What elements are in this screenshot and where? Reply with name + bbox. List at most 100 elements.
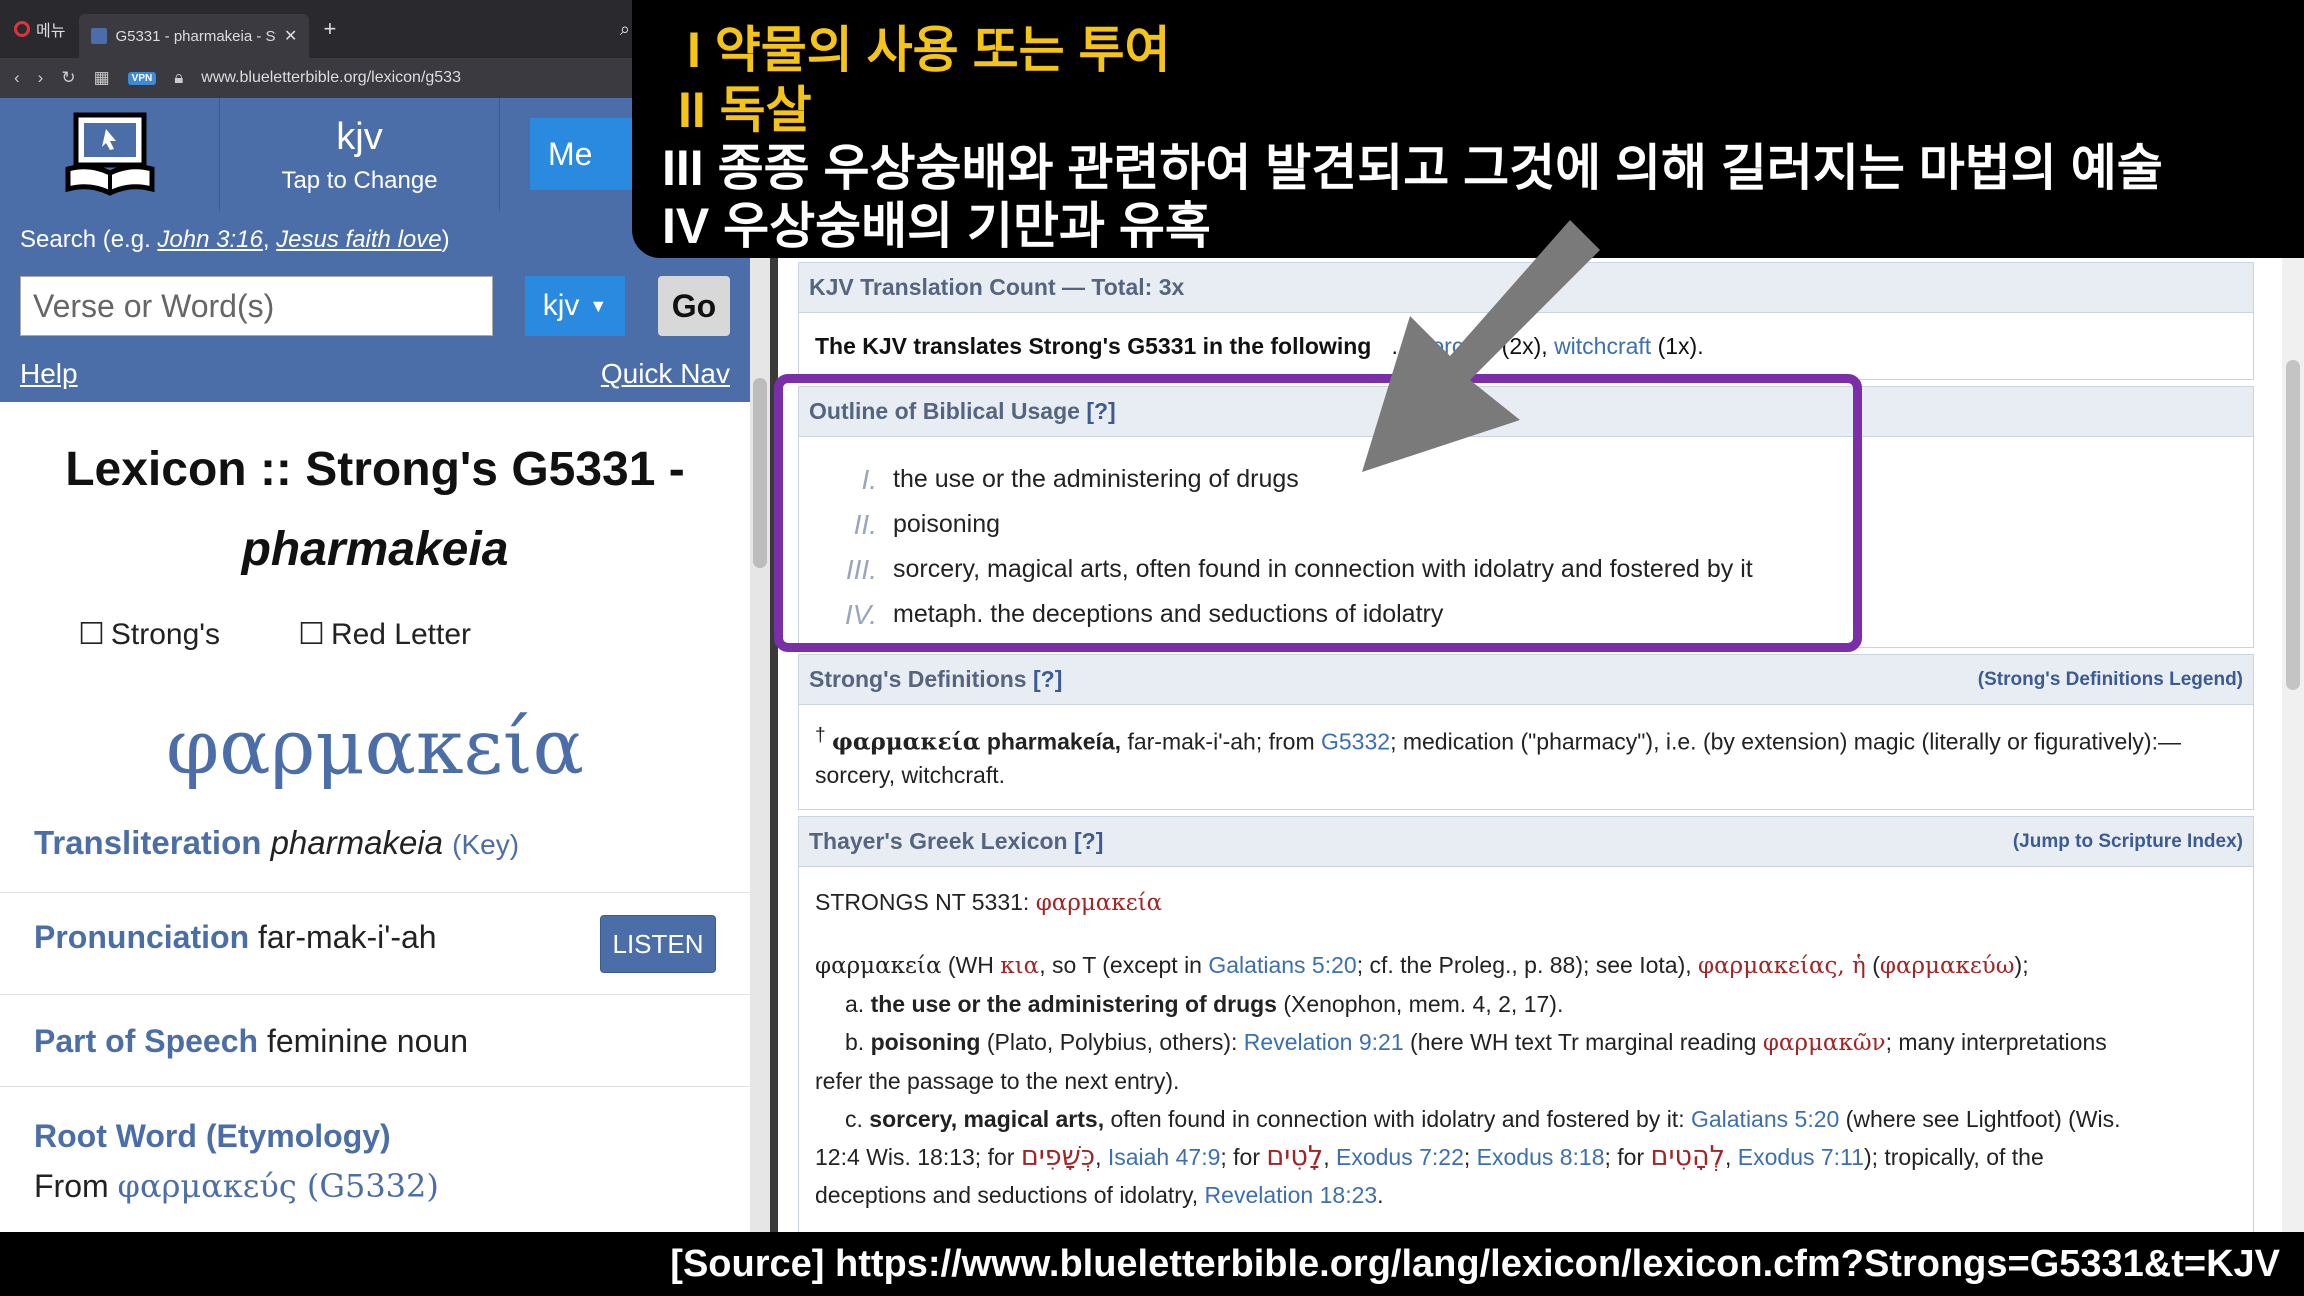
pos-value: feminine noun <box>266 1023 468 1059</box>
transliteration: Transliteration pharmakeia (Key) <box>34 824 519 862</box>
verse-link[interactable]: Revelation 18:23 <box>1205 1182 1378 1208</box>
browser-menu[interactable]: 메뉴 <box>0 17 79 41</box>
verse-link[interactable]: Isaiah 47:9 <box>1108 1144 1221 1170</box>
thayer-body: STRONGS NT 5331: φαρμακεία φαρμακεία (WH… <box>799 867 2253 1230</box>
tab-title: G5331 - pharmakeia - Str <box>115 27 277 45</box>
verse-link[interactable]: Exodus 8:18 <box>1477 1144 1605 1170</box>
part-of-speech: Part of Speech feminine noun <box>34 1023 468 1060</box>
display-options: Strong's Red Letter <box>78 617 471 652</box>
back-icon[interactable]: ‹ <box>14 68 20 88</box>
thayer-text: ); tropically, of the <box>1863 1144 2044 1170</box>
dagger-mark: † <box>815 725 826 746</box>
thayer-title: Thayer's Greek Lexicon <box>809 828 1068 854</box>
verse-link[interactable]: Revelation 9:21 <box>1244 1029 1404 1055</box>
thayer-text: ); <box>2014 952 2029 978</box>
pronunciation-label: Pronunciation <box>34 919 250 955</box>
transliteration-value: pharmakeia <box>270 824 443 861</box>
grid-icon[interactable]: ▦ <box>94 68 110 88</box>
pronunciation: Pronunciation far-mak-i'-ah <box>34 919 437 956</box>
help-link[interactable]: Help <box>20 358 78 390</box>
verse-link[interactable]: Exodus 7:22 <box>1336 1144 1464 1170</box>
sense-label: a. <box>845 991 871 1017</box>
greek-headword: φαρμακεία <box>166 702 584 791</box>
verse-link[interactable]: Galatians 5:20 <box>1691 1106 1839 1132</box>
thayer-text: 12:4 Wis. 18:13; for <box>815 1144 1021 1170</box>
strongs-def-help-link[interactable]: [?] <box>1033 666 1062 692</box>
red-letter-checkbox[interactable]: Red Letter <box>298 617 471 652</box>
example-link-jesus[interactable]: Jesus faith love <box>276 226 441 253</box>
thayer-sense-c: c. sorcery, magical arts, often found in… <box>815 1100 2237 1138</box>
strongs-definitions-section: Strong's Definitions [?] (Strong's Defin… <box>798 654 2254 810</box>
search-hint-prefix: Search (e.g. <box>20 226 158 253</box>
strongs-def-greek: φαρμακεία <box>832 728 981 756</box>
search-input[interactable]: Verse or Word(s) <box>20 276 493 336</box>
thayer-text: (WH <box>941 952 1001 978</box>
caret-down-icon: ▼ <box>589 295 608 316</box>
browser-menu-label: 메뉴 <box>36 23 66 40</box>
overlay-line-4: IV 우상숭배의 기만과 유혹 <box>662 198 1211 254</box>
left-scrollbar-thumb[interactable] <box>753 378 767 568</box>
version-select-value: kjv <box>542 289 580 322</box>
witchcraft-count: (1x). <box>1651 333 1704 359</box>
g5332-link[interactable]: G5332 <box>1321 729 1390 755</box>
sense-bold: the use or the administering of drugs <box>870 991 1277 1017</box>
kjv-count-lead: The KJV translates Strong's G5331 in the… <box>815 333 1372 359</box>
pronunciation-value: far-mak-i'-ah <box>258 919 437 955</box>
thayer-text: deceptions and seductions of idolatry, <box>815 1182 1205 1208</box>
sense-bold: sorcery, magical arts, <box>869 1106 1105 1132</box>
new-tab-button[interactable]: + <box>309 16 350 42</box>
thayer-headword: φαρμακεία <box>815 953 942 979</box>
thayer-text: (Plato, Polybius, others): <box>980 1029 1244 1055</box>
search-hint: Search (e.g. John 3:16, Jesus faith love… <box>20 226 450 254</box>
thayer-greek: κια <box>1000 953 1040 979</box>
lock-icon: 🔒︎ <box>174 68 184 87</box>
pronunciation-row: Pronunciation far-mak-i'-ah LISTEN <box>0 892 750 994</box>
kjv-count-title: KJV Translation Count — Total: 3x <box>809 274 1185 300</box>
search-hint-sep: , <box>262 226 277 253</box>
version-label: kjv <box>336 115 383 158</box>
search-hint-suffix: ) <box>441 226 450 253</box>
bible-logo-icon <box>65 112 154 196</box>
thayer-sense-b-cont: refer the passage to the next entry). <box>815 1068 1180 1094</box>
scripture-index-link[interactable]: (Jump to Scripture Index) <box>2013 831 2243 853</box>
quick-nav-link[interactable]: Quick Nav <box>601 358 730 390</box>
thayer-text: (where see Lightfoot) (Wis. <box>1839 1106 2121 1132</box>
strongs-legend-link[interactable]: (Strong's Definitions Legend) <box>1978 669 2243 691</box>
hebrew-word: לָטִים <box>1266 1141 1324 1172</box>
part-of-speech-row: Part of Speech feminine noun <box>0 994 750 1086</box>
verse-link[interactable]: Galatians 5:20 <box>1208 952 1356 978</box>
thayer-text: . <box>1377 1182 1384 1208</box>
reload-icon[interactable]: ↻ <box>61 68 75 88</box>
thayer-sense-c-cont: 12:4 Wis. 18:13; for כְּשָׁפִים, Isaiah … <box>815 1141 2044 1172</box>
thayer-sense-a: a. the use or the administering of drugs… <box>815 985 2237 1023</box>
opera-logo-icon <box>14 21 30 37</box>
verse-link[interactable]: Exodus 7:11 <box>1738 1144 1864 1170</box>
vpn-badge[interactable]: VPN <box>127 71 157 85</box>
thayer-text: (Xenophon, mem. 4, 2, 17). <box>1276 991 1564 1017</box>
version-switcher[interactable]: kjv Tap to Change <box>220 98 500 212</box>
tab-search-icon[interactable]: ⌕ <box>620 19 630 40</box>
lexicon-panel: Lexicon :: Strong's G5331 - pharmakeia S… <box>0 402 750 1232</box>
page-title: Lexicon :: Strong's G5331 - pharmakeia <box>0 430 750 590</box>
right-scrollbar-thumb[interactable] <box>2286 360 2300 690</box>
go-button[interactable]: Go <box>658 276 730 336</box>
sense-label: b. <box>845 1029 871 1055</box>
left-scrollbar[interactable] <box>750 98 770 1232</box>
version-select[interactable]: kjv ▼ <box>525 276 625 336</box>
root-word-link[interactable]: φαρμακεύς (G5332) <box>118 1167 439 1205</box>
page-title-main: Lexicon :: Strong's G5331 - <box>65 443 685 496</box>
thayer-greek: φαρμακεύω <box>1879 953 2015 979</box>
root-word-row: Root Word (Etymology) From φαρμακεύς (G5… <box>0 1086 750 1232</box>
listen-button[interactable]: LISTEN <box>600 915 716 973</box>
strongs-checkbox[interactable]: Strong's <box>78 617 220 652</box>
strongs-def-word: pharmakeía, <box>980 728 1122 755</box>
url-field[interactable]: www.blueletterbible.org/lexicon/g533 <box>201 69 461 87</box>
browser-tab[interactable]: G5331 - pharmakeia - Str ✕ <box>79 14 310 58</box>
thayer-help-link[interactable]: [?] <box>1074 828 1103 854</box>
forward-icon[interactable]: › <box>38 68 44 88</box>
tab-close-icon[interactable]: ✕ <box>284 26 297 46</box>
example-link-john[interactable]: John 3:16 <box>157 226 262 253</box>
tap-to-change-label: Tap to Change <box>281 166 438 194</box>
transliteration-key-link[interactable]: (Key) <box>452 829 519 860</box>
site-logo[interactable] <box>0 98 220 212</box>
